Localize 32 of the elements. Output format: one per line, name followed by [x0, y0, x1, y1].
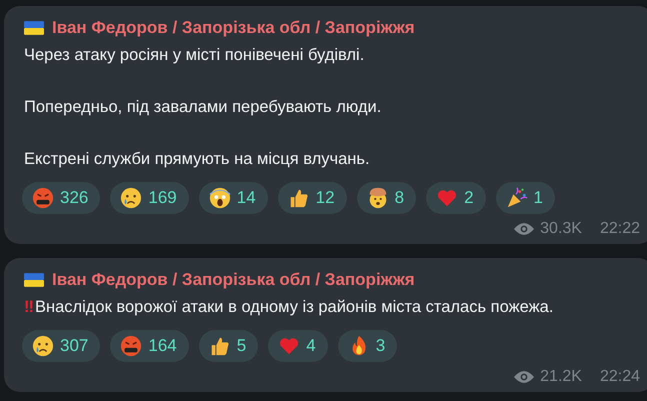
reaction-button[interactable]: 14 [198, 182, 268, 214]
angry-face-icon [32, 187, 54, 209]
reaction-button[interactable]: 2 [426, 182, 486, 214]
message-text: Попередньо, під завалами перебувають люди. [24, 97, 382, 118]
message-text: Через атаку росіян у місті понівечені будівлі. [24, 45, 366, 66]
reaction-button[interactable]: 169 [110, 182, 189, 214]
flag-icon [24, 273, 44, 287]
party-popper-icon [506, 187, 528, 209]
reaction-button[interactable]: 12 [278, 182, 347, 214]
crying-face-icon [32, 335, 54, 357]
reaction-button[interactable]: 326 [22, 182, 100, 214]
angry-face-icon [120, 335, 142, 357]
reaction-button[interactable]: 5 [198, 330, 258, 362]
flag-icon [24, 21, 44, 35]
channel-author[interactable]: Іван Федоров / Запорізька обл / Запоріжжя [52, 16, 415, 40]
screaming-face-icon [208, 187, 231, 209]
crying-face-icon [120, 187, 142, 209]
message-time: 22:24 [600, 368, 640, 386]
channel-author[interactable]: Іван Федоров / Запорізька обл / Запоріжжя [52, 268, 415, 292]
message-text: ‼Внаслідок ворожої атаки в одному із районів міста сталась пожежа. [24, 297, 554, 318]
message-text: Екстрені служби прямують на місця влучань. [24, 149, 371, 170]
reaction-button[interactable]: 1 [496, 182, 555, 214]
view-count: 21.2K [540, 368, 582, 386]
views-eye-icon [514, 370, 534, 384]
reaction-button[interactable]: 164 [110, 330, 189, 362]
message-time: 22:22 [600, 220, 640, 238]
view-count: 30.3K [540, 220, 582, 238]
reaction-button[interactable]: 4 [268, 330, 328, 362]
views-eye-icon [514, 222, 534, 236]
reaction-button[interactable]: 3 [338, 330, 398, 362]
reaction-button[interactable]: 307 [22, 330, 100, 362]
reaction-button[interactable]: 8 [356, 182, 416, 214]
